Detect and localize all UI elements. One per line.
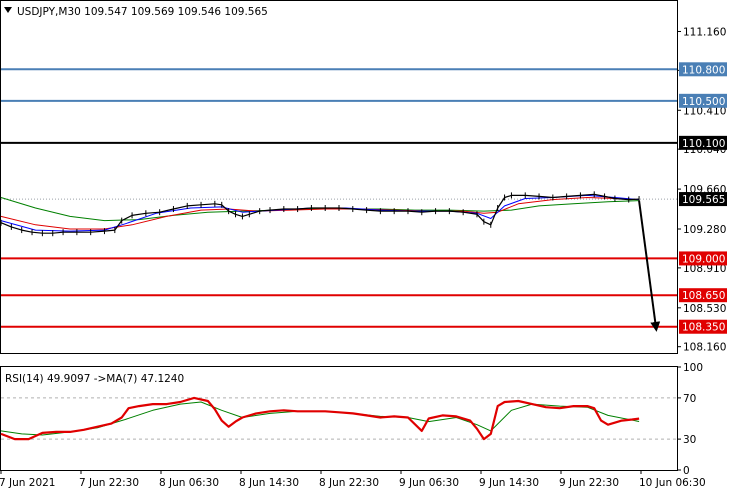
current-price-label: 109.565 <box>682 194 725 206</box>
level-label-110.100: 110.100 <box>682 138 725 150</box>
x-tick-label: 10 Jun 06:30 <box>639 477 706 489</box>
level-label-108.650: 108.650 <box>682 290 725 302</box>
y-tick-label: 108.530 <box>683 303 726 315</box>
y-tick-label: 109.280 <box>683 224 726 236</box>
rsi-chart-header: RSI(14) 49.9097 ->MA(7) 47.1240 <box>5 373 184 385</box>
level-label-110.500: 110.500 <box>682 96 725 108</box>
chart-svg: 111.160110.790110.410110.040109.660109.2… <box>0 0 727 489</box>
chart-root: 111.160110.790110.410110.040109.660109.2… <box>0 0 738 500</box>
y-tick-label: 111.160 <box>683 26 726 38</box>
x-tick-label: 7 Jun 22:30 <box>79 477 139 489</box>
rsi-tick-label: 0 <box>683 465 690 477</box>
level-label-108.350: 108.350 <box>682 322 725 334</box>
level-label-110.800: 110.800 <box>682 64 725 76</box>
x-tick-label: 8 Jun 14:30 <box>239 477 299 489</box>
y-tick-label: 108.160 <box>683 342 726 354</box>
rsi-tick-label: 100 <box>683 362 703 374</box>
x-tick-label: 9 Jun 14:30 <box>479 477 539 489</box>
level-label-109.000: 109.000 <box>682 253 725 265</box>
x-tick-label: 8 Jun 22:30 <box>319 477 379 489</box>
price-panel <box>0 0 678 354</box>
rsi-tick-label: 70 <box>683 393 696 405</box>
time-x-axis: 7 Jun 2021 7 Jun 22:30 8 Jun 06:30 8 Jun 14… <box>0 470 706 489</box>
x-tick-label: 9 Jun 06:30 <box>399 477 459 489</box>
price-chart-header: USDJPY,M30 109.547 109.569 109.546 109.5… <box>17 6 268 18</box>
rsi-tick-label: 30 <box>683 434 696 446</box>
x-tick-label: 9 Jun 22:30 <box>559 477 619 489</box>
x-tick-label: 8 Jun 06:30 <box>159 477 219 489</box>
x-tick-label: 7 Jun 2021 <box>0 477 55 489</box>
level-labels: 110.800 110.500 110.100 109.000 108.650 108.3… <box>679 62 727 334</box>
